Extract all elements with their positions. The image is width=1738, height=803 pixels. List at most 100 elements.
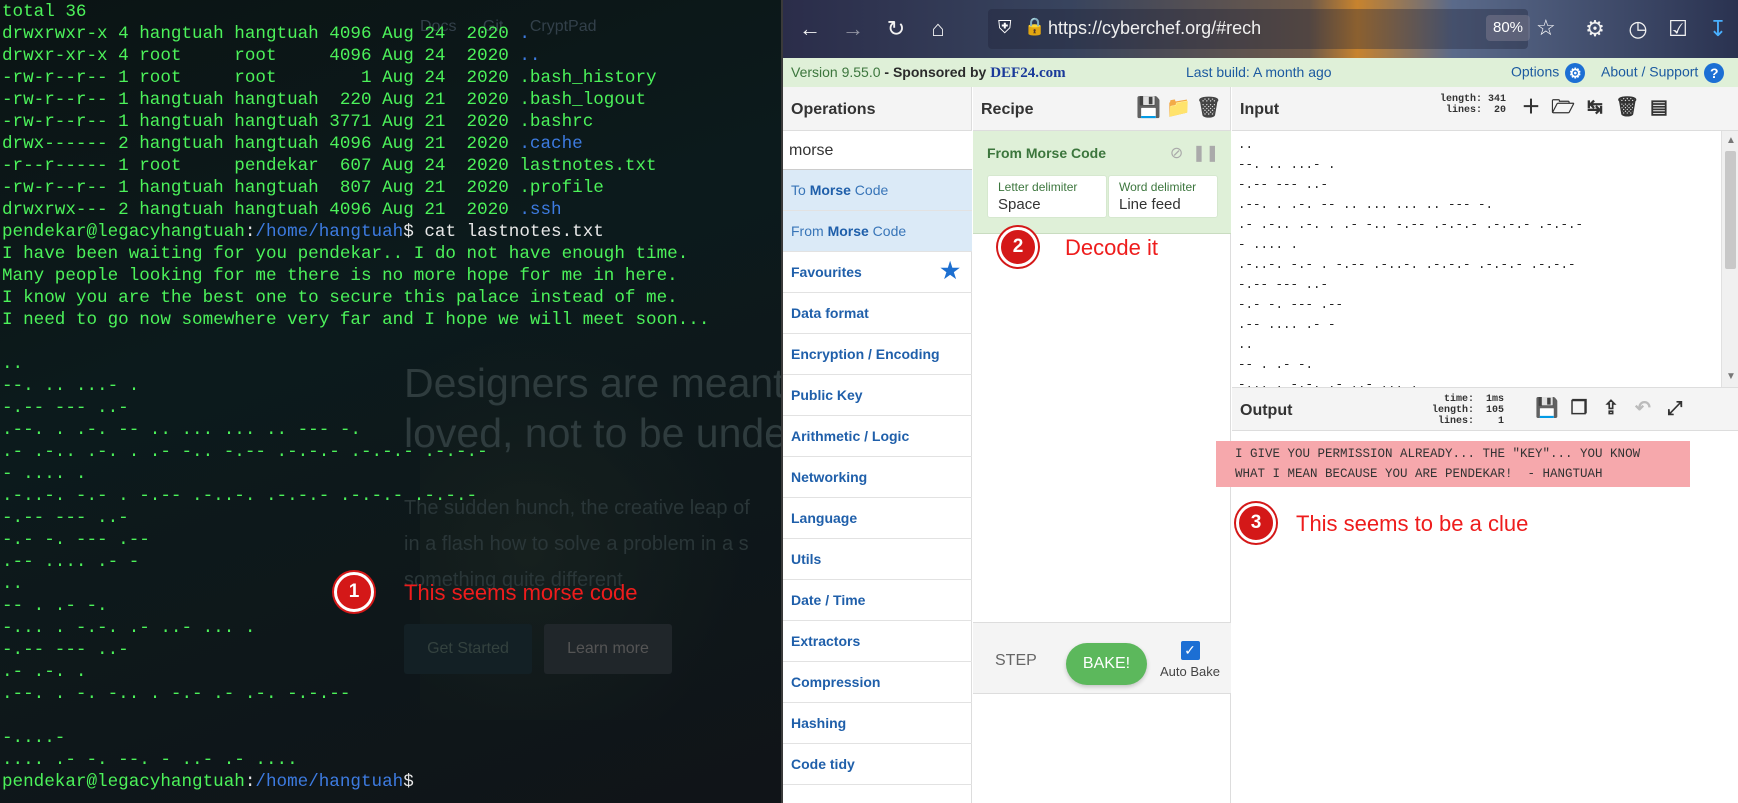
pocket-icon[interactable]: ☑ bbox=[1663, 14, 1693, 44]
terminal-line: -rw-r--r-- 1 root root 1 Aug 24 2020 .ba… bbox=[2, 67, 709, 89]
bookmark-star-icon[interactable]: ☆ bbox=[1536, 15, 1556, 41]
add-tab-icon[interactable]: ＋ bbox=[1518, 96, 1544, 120]
category-public-key[interactable]: Public Key bbox=[783, 375, 972, 416]
maximise-icon[interactable]: ⤢ bbox=[1662, 397, 1688, 421]
disable-icon[interactable]: ⊘ bbox=[1170, 145, 1183, 162]
checkbox-checked-icon[interactable]: ✓ bbox=[1180, 641, 1200, 660]
input-textarea[interactable]: .. --. .. ...- . -.-- --- ..- .--. . .-.… bbox=[1232, 131, 1738, 387]
help-icon[interactable]: ? bbox=[1704, 63, 1725, 83]
address-bar[interactable]: ⛨ 🔒 https://cyberchef.org/#rech 80% ☆ bbox=[988, 9, 1556, 49]
terminal-line: drwxrwxr-x 4 hangtuah hangtuah 4096 Aug … bbox=[2, 23, 709, 45]
bake-button[interactable]: BAKE! bbox=[1066, 643, 1147, 685]
replace-input-icon[interactable]: ⇪ bbox=[1598, 397, 1624, 421]
category-networking[interactable]: Networking bbox=[783, 457, 972, 498]
input-scrollbar[interactable]: ▲ ▼ bbox=[1721, 131, 1738, 387]
category-favourites[interactable]: Favourites ★ bbox=[783, 252, 972, 293]
input-header: Input length: 341 lines: 20 ＋ 🗁 ↹ 🗑 ▤ bbox=[1232, 87, 1738, 131]
category-utils[interactable]: Utils bbox=[783, 539, 972, 580]
terminal-line: -.-- --- ..- bbox=[2, 397, 709, 419]
terminal-line: .-..-. -.- . -.-- .-..-. .-.-.- .-.-.- .… bbox=[2, 485, 709, 507]
terminal-text: .-..-. -.- . -.-- .-..-. .-.-.- .-.-.- .… bbox=[2, 486, 478, 506]
category-code-tidy[interactable]: Code tidy bbox=[783, 744, 972, 785]
scroll-down-icon[interactable]: ▼ bbox=[1725, 371, 1737, 383]
scroll-up-icon[interactable]: ▲ bbox=[1725, 135, 1737, 147]
copy-icon[interactable]: ❐ bbox=[1566, 397, 1592, 421]
io-panel: Input length: 341 lines: 20 ＋ 🗁 ↹ 🗑 ▤ .. --.… bbox=[1216, 87, 1738, 803]
operations-search-input[interactable] bbox=[789, 139, 959, 163]
output-text[interactable]: I GIVE YOU PERMISSION ALREADY... THE "KE… bbox=[1216, 441, 1690, 487]
settings-gear-icon[interactable]: ⚙ bbox=[1580, 14, 1610, 44]
terminal-line: pendekar@legacyhangtuah:/home/hangtuah$ … bbox=[2, 221, 709, 243]
home-icon[interactable]: ⌂ bbox=[923, 14, 953, 44]
open-file-icon[interactable]: ↹ bbox=[1582, 96, 1608, 120]
terminal-line: .- .-. . bbox=[2, 661, 709, 683]
scrollbar-thumb[interactable] bbox=[1725, 151, 1736, 269]
category-compression[interactable]: Compression bbox=[783, 662, 972, 703]
terminal-text: Many people looking for me there is no m… bbox=[2, 266, 678, 286]
terminal-text: --. .. ...- . bbox=[2, 376, 140, 396]
cyberchef-banner: Version 9.55.0 - Sponsored by DEF24.com … bbox=[783, 58, 1738, 87]
layout-icon[interactable]: ▤ bbox=[1646, 96, 1672, 120]
about-label[interactable]: About / Support bbox=[1601, 64, 1698, 80]
letter-delimiter-select[interactable]: Letter delimiter Space bbox=[987, 175, 1107, 218]
gear-icon[interactable]: ⚙ bbox=[1565, 63, 1586, 83]
options-button[interactable]: Options ⚙ bbox=[1511, 63, 1586, 83]
recipe-operation-card[interactable]: From Morse Code ⊘ ❚❚ Letter delimiter Sp… bbox=[973, 131, 1231, 234]
input-text[interactable]: .. --. .. ...- . -.-- --- ..- .--. . .-.… bbox=[1238, 135, 1583, 387]
save-icon[interactable]: 💾 bbox=[1136, 97, 1161, 119]
step-button[interactable]: STEP bbox=[995, 652, 1037, 670]
clear-trash-icon[interactable]: 🗑 bbox=[1614, 96, 1640, 120]
terminal-line: -rw-r--r-- 1 hangtuah hangtuah 807 Aug 2… bbox=[2, 177, 709, 199]
options-label[interactable]: Options bbox=[1511, 64, 1559, 80]
op-to-morse-code[interactable]: To Morse Code bbox=[783, 170, 972, 211]
category-encryption-encoding[interactable]: Encryption / Encoding bbox=[783, 334, 972, 375]
open-folder-icon[interactable]: 🗁 bbox=[1550, 96, 1576, 120]
letter-delimiter-value[interactable]: Space bbox=[998, 196, 1041, 213]
folder-icon[interactable]: 📁 bbox=[1166, 97, 1191, 119]
terminal-text: .- .-.. .-. . .- -.. -.-- .-.-.- .-.-.- … bbox=[2, 442, 488, 462]
word-delimiter-label: Word delimiter bbox=[1119, 180, 1197, 194]
download-icon[interactable]: ↧ bbox=[1703, 14, 1733, 44]
save-output-icon[interactable]: 💾 bbox=[1534, 397, 1560, 421]
terminal-text: /home/hangtuah bbox=[255, 772, 404, 792]
terminal-text: .--. . .-. -- .. ... ... .. --- -. bbox=[2, 420, 361, 440]
zoom-level-button[interactable]: 80% bbox=[1486, 15, 1530, 41]
forward-arrow-icon[interactable]: → bbox=[838, 14, 868, 44]
word-delimiter-select[interactable]: Word delimiter Line feed bbox=[1108, 175, 1218, 218]
op-suffix: Code bbox=[850, 182, 889, 198]
category-arithmetic-logic[interactable]: Arithmetic / Logic bbox=[783, 416, 972, 457]
category-hashing[interactable]: Hashing bbox=[783, 703, 972, 744]
operations-search[interactable] bbox=[783, 131, 972, 170]
url-text[interactable]: https://cyberchef.org/#rech bbox=[1048, 18, 1261, 39]
terminal-text: I need to go now somewhere very far and … bbox=[2, 310, 710, 330]
terminal-output[interactable]: total 36 drwxrwxr-x 4 hangtuah hangtuah 4… bbox=[2, 1, 709, 793]
word-delimiter-value[interactable]: Line feed bbox=[1119, 196, 1181, 213]
terminal-line: --. .. ...- . bbox=[2, 375, 709, 397]
terminal-text: -rw-r--r-- 1 hangtuah hangtuah 3771 Aug … bbox=[2, 112, 594, 132]
terminal-line: pendekar@legacyhangtuah:/home/hangtuah$ bbox=[2, 771, 709, 793]
input-title: Input bbox=[1240, 101, 1280, 118]
shield-icon[interactable]: ⛨ bbox=[998, 17, 1020, 41]
lock-icon[interactable]: 🔒 bbox=[1024, 17, 1045, 37]
terminal-text: /home/hangtuah bbox=[255, 222, 404, 242]
category-language[interactable]: Language bbox=[783, 498, 972, 539]
terminal-text: $ bbox=[403, 772, 425, 792]
operations-header: Operations bbox=[783, 87, 971, 131]
terminal-text: -... . -.-. .- ..- ... . bbox=[2, 618, 256, 638]
terminal-window[interactable]: Docs Git CryptPad Designers are meant t … bbox=[0, 0, 781, 803]
pause-icon[interactable]: ❚❚ bbox=[1192, 145, 1219, 162]
history-clock-icon[interactable]: ◷ bbox=[1623, 14, 1653, 44]
category-date-time[interactable]: Date / Time bbox=[783, 580, 972, 621]
auto-bake-toggle[interactable]: ✓ Auto Bake bbox=[1155, 641, 1225, 679]
sponsor-link[interactable]: DEF24.com bbox=[990, 65, 1065, 81]
category-data-format[interactable]: Data format bbox=[783, 293, 972, 334]
terminal-text: drwxrwxr-x 4 hangtuah hangtuah 4096 Aug … bbox=[2, 24, 520, 44]
reload-icon[interactable]: ↻ bbox=[881, 14, 911, 44]
op-prefix: From bbox=[791, 223, 828, 239]
undo-icon[interactable]: ↶ bbox=[1630, 397, 1656, 421]
op-from-morse-code[interactable]: From Morse Code bbox=[783, 211, 972, 252]
category-extractors[interactable]: Extractors bbox=[783, 621, 972, 662]
about-support-button[interactable]: About / Support? bbox=[1601, 63, 1725, 83]
trash-icon[interactable]: 🗑 bbox=[1196, 97, 1221, 119]
back-arrow-icon[interactable]: ← bbox=[795, 14, 825, 44]
